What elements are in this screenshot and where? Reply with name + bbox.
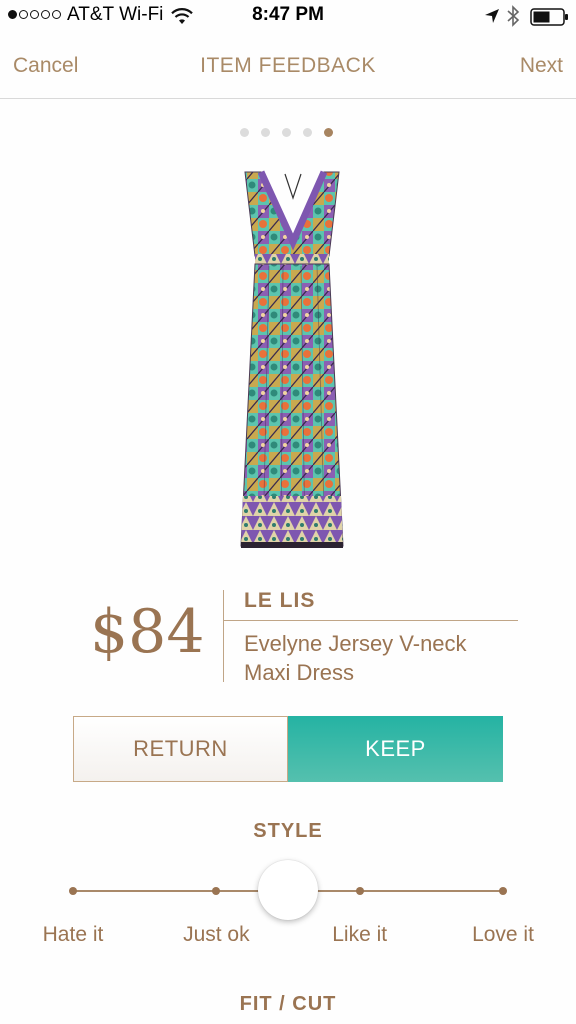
style-option-label[interactable]: Hate it [3,923,143,947]
fit-cut-heading: FIT / CUT [239,993,337,1015]
page-indicator [240,128,333,137]
item-feedback-screen: AT&T Wi-Fi 8:47 PM Cancel ITEM FEEDBACK … [0,0,576,1024]
style-rating-slider[interactable] [69,860,507,920]
product-image [240,170,344,548]
style-option-label[interactable]: Just ok [146,923,286,947]
page-dot[interactable] [282,128,291,137]
page-dot[interactable] [240,128,249,137]
slider-stop[interactable] [499,887,507,895]
return-button[interactable]: RETURN [73,716,288,782]
product-name: Evelyne Jersey V-neck Maxi Dress [244,631,467,685]
slider-stop[interactable] [69,887,77,895]
page-dot[interactable] [261,128,270,137]
divider [224,620,518,621]
style-option-label[interactable]: Like it [290,923,430,947]
page-dot-active[interactable] [324,128,333,137]
brand-name: LE LIS [244,589,316,612]
slider-thumb[interactable] [258,860,318,920]
bluetooth-icon [507,5,520,27]
status-bar: AT&T Wi-Fi 8:47 PM [0,0,576,34]
slider-stop[interactable] [212,887,221,895]
slider-stop[interactable] [355,887,364,895]
style-option-label[interactable]: Love it [433,923,573,947]
battery-icon [530,8,568,26]
location-arrow-icon [485,9,499,23]
page-title: ITEM FEEDBACK [200,54,376,77]
return-keep-toggle: RETURN KEEP [73,716,503,782]
navigation-bar: Cancel ITEM FEEDBACK Next [0,34,576,99]
item-price: $84 [90,597,205,667]
keep-button[interactable]: KEEP [288,716,503,782]
page-dot[interactable] [303,128,312,137]
divider [223,590,224,682]
next-button[interactable]: Next [520,54,563,78]
style-heading: STYLE [253,820,323,842]
